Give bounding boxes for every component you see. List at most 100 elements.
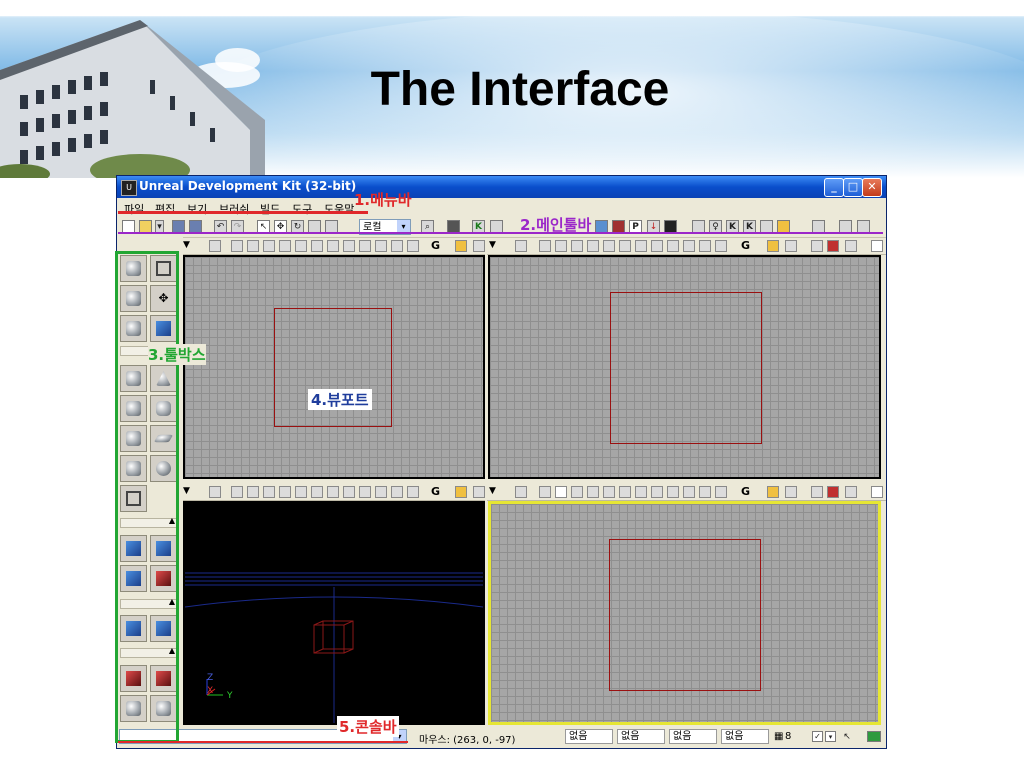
menu-help[interactable]: 도움말	[324, 201, 354, 217]
menu-build[interactable]: 빌드	[260, 201, 280, 217]
unlit-icon[interactable]	[263, 240, 275, 252]
eye-icon[interactable]	[473, 240, 485, 252]
maximize-viewport-icon[interactable]	[871, 486, 883, 498]
actor-icon[interactable]	[811, 486, 823, 498]
game-view-toggle[interactable]: G	[741, 239, 750, 252]
grid-size-dropdown[interactable]: ▾	[825, 731, 836, 742]
viewport-menu-icon[interactable]: ▼	[183, 486, 195, 498]
light-complexity-icon[interactable]	[635, 240, 647, 252]
lightmap-density-icon[interactable]	[375, 486, 387, 498]
red-actor-icon[interactable]	[827, 240, 839, 252]
game-view-toggle[interactable]: G	[431, 485, 440, 498]
lighting-only-icon[interactable]	[619, 240, 631, 252]
unlit-icon[interactable]	[571, 486, 583, 498]
wireframe-brush-icon[interactable]	[555, 240, 567, 252]
reflections-icon[interactable]	[715, 240, 727, 252]
detail-lighting-icon[interactable]	[295, 486, 307, 498]
wireframe-brush-icon[interactable]	[555, 486, 567, 498]
lit-icon[interactable]	[279, 240, 291, 252]
grid-size: 8	[785, 731, 792, 742]
shader-complexity-icon[interactable]	[359, 486, 371, 498]
menu-edit[interactable]: 편집	[155, 201, 175, 217]
camera-icon[interactable]	[515, 486, 527, 498]
shader-complexity-icon[interactable]	[667, 240, 679, 252]
menu-file[interactable]: 파일	[124, 201, 144, 217]
udk-app-icon: U	[121, 180, 137, 196]
wireframe-icon[interactable]	[231, 240, 243, 252]
axis-y-label: Y	[227, 691, 233, 701]
red-actor-icon[interactable]	[827, 486, 839, 498]
lit-icon[interactable]	[587, 486, 599, 498]
detail-lighting-icon[interactable]	[295, 240, 307, 252]
menu-brush[interactable]: 브러쉬	[219, 201, 249, 217]
lock-icon[interactable]	[455, 486, 467, 498]
detail-lighting-icon[interactable]	[603, 240, 615, 252]
unlit-icon[interactable]	[263, 486, 275, 498]
camera-icon[interactable]	[209, 486, 221, 498]
viewport-menu-icon[interactable]: ▼	[489, 240, 501, 252]
wireframe-brush-icon[interactable]	[247, 240, 259, 252]
shader-complexity-icon[interactable]	[359, 240, 371, 252]
shader-complexity-icon[interactable]	[667, 486, 679, 498]
menu-tools[interactable]: 도구	[292, 201, 312, 217]
lock-icon[interactable]	[767, 240, 779, 252]
menu-view[interactable]: 보기	[187, 201, 207, 217]
game-view-toggle[interactable]: G	[741, 485, 750, 498]
texture-density-icon[interactable]	[651, 240, 663, 252]
lighting-only-icon[interactable]	[311, 240, 323, 252]
status-field: 없음	[617, 729, 665, 744]
lit-lightmap-icon[interactable]	[391, 240, 403, 252]
realtime-toggle-icon[interactable]	[845, 486, 857, 498]
light-complexity-icon[interactable]	[327, 486, 339, 498]
wireframe-icon[interactable]	[539, 486, 551, 498]
realtime-toggle-icon[interactable]	[845, 240, 857, 252]
detail-lighting-icon[interactable]	[603, 486, 615, 498]
lightmap-density-icon[interactable]	[683, 240, 695, 252]
drag-grid-icon[interactable]: ↖	[841, 731, 853, 742]
eye-icon[interactable]	[785, 240, 797, 252]
light-complexity-icon[interactable]	[327, 240, 339, 252]
viewport-top[interactable]	[183, 255, 485, 479]
close-button[interactable]: ✕	[862, 178, 882, 197]
lit-icon[interactable]	[279, 486, 291, 498]
viewport-menu-icon[interactable]: ▼	[489, 486, 501, 498]
lightmap-density-icon[interactable]	[375, 240, 387, 252]
viewport-side[interactable]	[488, 501, 881, 725]
wireframe-icon[interactable]	[231, 486, 243, 498]
eye-icon[interactable]	[785, 486, 797, 498]
camera-icon[interactable]	[209, 240, 221, 252]
maximize-button[interactable]: □	[843, 178, 863, 197]
reflections-icon[interactable]	[407, 486, 419, 498]
texture-density-icon[interactable]	[651, 486, 663, 498]
wireframe-icon[interactable]	[539, 240, 551, 252]
wireframe-brush-icon[interactable]	[247, 486, 259, 498]
lit-icon[interactable]	[587, 240, 599, 252]
texture-density-icon[interactable]	[343, 486, 355, 498]
light-complexity-icon[interactable]	[635, 486, 647, 498]
lighting-only-icon[interactable]	[311, 486, 323, 498]
actor-icon[interactable]	[811, 240, 823, 252]
viewport-front[interactable]	[488, 255, 881, 479]
lit-lightmap-icon[interactable]	[391, 486, 403, 498]
reflections-icon[interactable]	[407, 240, 419, 252]
lightmap-density-icon[interactable]	[683, 486, 695, 498]
camera-icon[interactable]	[515, 240, 527, 252]
lit-lightmap-icon[interactable]	[699, 240, 711, 252]
lit-lightmap-icon[interactable]	[699, 486, 711, 498]
unlit-icon[interactable]	[571, 240, 583, 252]
texture-density-icon[interactable]	[343, 240, 355, 252]
window-title-bar[interactable]: U Unreal Development Kit (32-bit) _ □ ✕	[117, 176, 886, 198]
lighting-only-icon[interactable]	[619, 486, 631, 498]
minimize-button[interactable]: _	[824, 178, 844, 197]
viewport-menu-icon[interactable]: ▼	[183, 240, 195, 252]
maximize-viewport-icon[interactable]	[871, 240, 883, 252]
game-view-toggle[interactable]: G	[431, 239, 440, 252]
lock-icon[interactable]	[455, 240, 467, 252]
autosave-icon[interactable]	[867, 731, 881, 742]
lock-icon[interactable]	[767, 486, 779, 498]
viewport-perspective[interactable]: Z X Y	[183, 501, 485, 725]
reflections-icon[interactable]	[715, 486, 727, 498]
mouse-position: 마우스: (263, 0, -97)	[419, 735, 516, 746]
grid-snap-checkbox[interactable]: ✓	[812, 731, 823, 742]
eye-icon[interactable]	[473, 486, 485, 498]
